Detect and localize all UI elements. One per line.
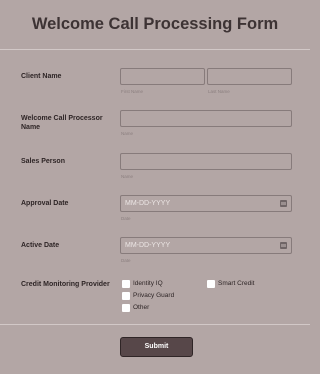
active-date-label: Active Date [21, 242, 60, 249]
sales-person-input[interactable] [120, 153, 292, 170]
privacy-guard-label: Privacy Guard [133, 292, 175, 299]
processor-name-sublabel: Name [121, 131, 134, 136]
submit-button[interactable]: Submit [120, 337, 193, 357]
first-name-input[interactable] [120, 68, 205, 85]
calendar-icon[interactable] [280, 200, 287, 207]
other-label: Other [133, 304, 150, 311]
privacy-guard-checkbox[interactable] [122, 292, 130, 300]
processor-name-input[interactable] [120, 110, 292, 127]
identity-iq-checkbox[interactable] [122, 280, 130, 288]
last-name-sublabel: Last Name [208, 89, 230, 94]
calendar-icon[interactable] [280, 242, 287, 249]
first-name-sublabel: First Name [121, 89, 144, 94]
footer-divider [0, 324, 310, 325]
page-title: Welcome Call Processing Form [31, 15, 279, 33]
smart-credit-checkbox[interactable] [207, 280, 215, 288]
title-divider [0, 49, 310, 50]
active-date-placeholder: MM-DD-YYYY [125, 242, 171, 249]
active-date-input[interactable]: MM-DD-YYYY [120, 237, 292, 254]
smart-credit-label: Smart Credit [218, 280, 255, 287]
identity-iq-label: Identity IQ [133, 280, 163, 287]
approval-date-label: Approval Date [21, 200, 69, 207]
approval-date-sublabel: Date [121, 216, 131, 221]
other-checkbox[interactable] [122, 304, 130, 312]
active-date-sublabel: Date [121, 258, 131, 263]
sales-person-sublabel: Name [121, 174, 134, 179]
client-name-label: Client Name [21, 73, 62, 80]
last-name-input[interactable] [207, 68, 292, 85]
approval-date-input[interactable]: MM-DD-YYYY [120, 195, 292, 212]
processor-name-label: Welcome Call Processor Name [21, 115, 103, 131]
approval-date-placeholder: MM-DD-YYYY [125, 200, 171, 207]
credit-monitoring-label: Credit Monitoring Provider [21, 281, 110, 288]
sales-person-label: Sales Person [21, 158, 65, 165]
